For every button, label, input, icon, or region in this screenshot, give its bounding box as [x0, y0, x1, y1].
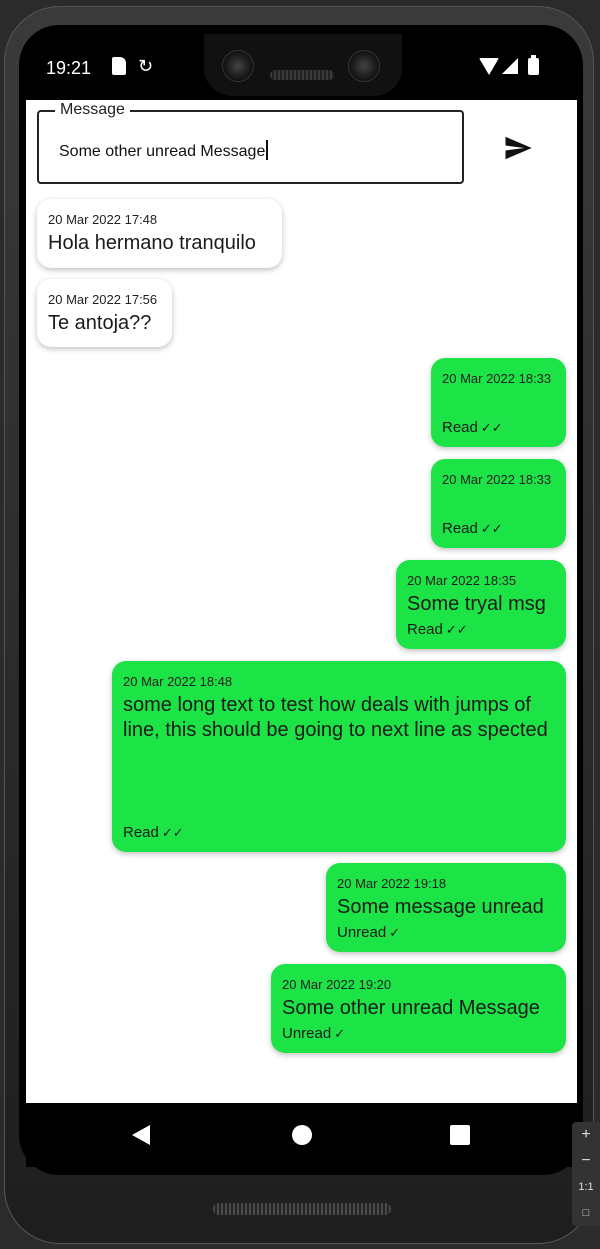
- message-timestamp: 20 Mar 2022 19:20: [282, 977, 392, 992]
- message-timestamp: 20 Mar 2022 19:18: [337, 876, 447, 891]
- message-timestamp: 20 Mar 2022 17:48: [48, 212, 158, 227]
- message-bubble-outgoing[interactable]: 20 Mar 2022 19:20 Some other unread Mess…: [271, 964, 566, 1053]
- signal-icon: [502, 58, 518, 74]
- status-time: 19:21: [46, 58, 92, 78]
- unread-checkmark-icon: ✓: [334, 1026, 346, 1041]
- send-icon[interactable]: [501, 133, 535, 163]
- message-input-value[interactable]: Some other unread Message: [59, 140, 269, 161]
- message-timestamp: 20 Mar 2022 18:35: [407, 573, 517, 588]
- sync-icon: ↻: [138, 56, 154, 76]
- emulator-zoom-panel: + − 1:1 □: [572, 1122, 600, 1226]
- message-status: Read ✓✓: [407, 621, 468, 638]
- read-checkmark-icon: ✓✓: [480, 420, 503, 435]
- bottom-speaker-grille: [213, 1203, 391, 1215]
- message-status: Unread ✓: [337, 924, 401, 941]
- message-status: Read ✓✓: [442, 520, 503, 537]
- status-bar: 19:21 ↻: [26, 38, 577, 98]
- message-text: some long text to test how deals with ju…: [123, 694, 548, 741]
- recents-icon[interactable]: [450, 1125, 470, 1145]
- message-text: Some message unread: [337, 896, 544, 918]
- message-bubble-incoming[interactable]: 20 Mar 2022 17:56 Te antoja??: [37, 279, 172, 347]
- unread-checkmark-icon: ✓: [389, 925, 401, 940]
- message-timestamp: 20 Mar 2022 18:48: [123, 674, 233, 689]
- battery-icon: [528, 55, 539, 75]
- zoom-fit-icon[interactable]: □: [572, 1200, 600, 1226]
- message-bubble-outgoing[interactable]: 20 Mar 2022 18:48 some long text to test…: [112, 661, 566, 852]
- message-timestamp: 20 Mar 2022 18:33: [442, 472, 552, 487]
- message-bubble-outgoing[interactable]: 20 Mar 2022 18:35 Some tryal msg Read ✓✓: [396, 560, 566, 649]
- zoom-reset-button[interactable]: 1:1: [572, 1174, 600, 1200]
- message-bubble-incoming[interactable]: 20 Mar 2022 17:48 Hola hermano tranquilo: [37, 199, 282, 268]
- read-checkmark-icon: ✓✓: [161, 825, 184, 840]
- message-text: Some tryal msg: [407, 593, 546, 615]
- sd-card-icon: [112, 57, 126, 75]
- message-input-label: Message: [55, 101, 130, 119]
- message-text: Some other unread Message: [282, 997, 540, 1019]
- navigation-bar: [26, 1103, 577, 1167]
- message-text: Hola hermano tranquilo: [48, 232, 256, 254]
- read-checkmark-icon: ✓✓: [480, 521, 503, 536]
- message-bubble-outgoing[interactable]: 20 Mar 2022 18:33 Read ✓✓: [431, 358, 566, 447]
- zoom-out-button[interactable]: −: [572, 1148, 600, 1174]
- read-checkmark-icon: ✓✓: [445, 622, 468, 637]
- message-status: Read ✓✓: [442, 419, 503, 436]
- text-cursor: [266, 140, 269, 160]
- message-bubble-outgoing[interactable]: 20 Mar 2022 19:18 Some message unread Un…: [326, 863, 566, 952]
- message-timestamp: 20 Mar 2022 17:56: [48, 292, 158, 307]
- wifi-icon: [479, 58, 499, 75]
- message-input[interactable]: Message Some other unread Message: [37, 101, 464, 184]
- chat-screen: Message Some other unread Message 20 Mar…: [26, 100, 577, 1103]
- zoom-in-button[interactable]: +: [572, 1122, 600, 1148]
- message-status: Unread ✓: [282, 1025, 346, 1042]
- message-timestamp: 20 Mar 2022 18:33: [442, 371, 552, 386]
- message-text: Te antoja??: [48, 312, 152, 334]
- message-status: Read ✓✓: [123, 824, 184, 841]
- message-bubble-outgoing[interactable]: 20 Mar 2022 18:33 Read ✓✓: [431, 459, 566, 548]
- home-icon[interactable]: [292, 1125, 312, 1145]
- back-icon[interactable]: [132, 1125, 150, 1145]
